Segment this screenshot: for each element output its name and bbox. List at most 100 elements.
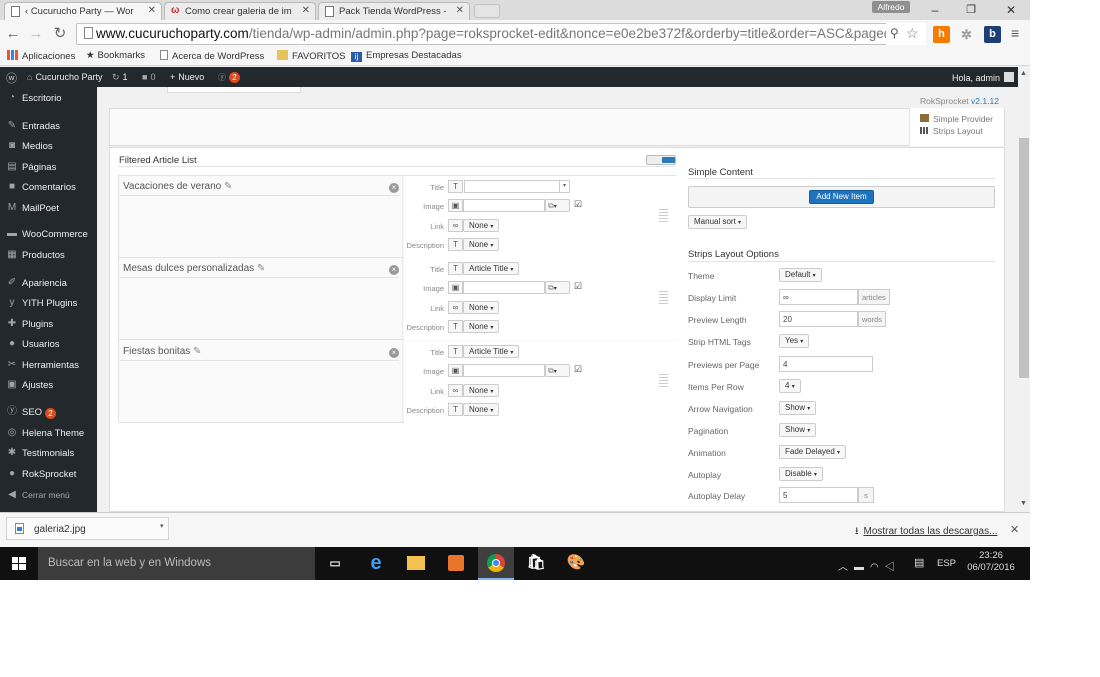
reload-icon[interactable]: ↻: [51, 24, 69, 44]
image-picker-button[interactable]: ⧉▾: [545, 199, 570, 212]
edit-image-icon[interactable]: ☑: [574, 281, 582, 292]
sidebar-item-testimonials[interactable]: ✱ Testimonials: [0, 446, 97, 464]
text-type-icon[interactable]: T: [448, 262, 463, 275]
edit-image-icon[interactable]: ☑: [574, 364, 582, 375]
sidebar-item-p-ginas[interactable]: ▤ Páginas: [0, 160, 97, 178]
sidebar-item-escritorio[interactable]: ◔ Escritorio: [0, 91, 97, 109]
image-picker-button[interactable]: ⧉▾: [545, 364, 570, 377]
menu-icon[interactable]: ≡: [1011, 25, 1019, 41]
minimize-icon[interactable]: –: [918, 0, 952, 20]
add-new-item-button[interactable]: Add New Item: [809, 190, 874, 204]
site-name-link[interactable]: ⌂ Cucurucho Party: [27, 72, 102, 82]
sidebar-item-productos[interactable]: ▦ Productos: [0, 248, 97, 266]
pencil-icon[interactable]: ✎: [193, 346, 201, 357]
updates-link[interactable]: ↻ 1: [112, 72, 128, 83]
link-source-select[interactable]: None ▾: [463, 384, 500, 397]
option-input-previews-per-page[interactable]: 4: [779, 356, 873, 372]
image-type-icon[interactable]: ▣: [448, 281, 463, 294]
close-window-icon[interactable]: ✕: [994, 0, 1028, 20]
link-type-icon[interactable]: ∞: [448, 301, 463, 314]
download-item[interactable]: galeria2.jpg ▾: [6, 517, 169, 540]
option-select-theme[interactable]: Default ▾: [779, 268, 822, 282]
image-url-field[interactable]: [463, 281, 545, 294]
layout-selector[interactable]: Strips Layout: [920, 126, 983, 136]
bookmark-apps[interactable]: Aplicaciones: [7, 50, 75, 62]
sidebar-item-ajustes[interactable]: ▣ Ajustes: [0, 378, 97, 396]
image-url-field[interactable]: [463, 364, 545, 377]
comments-link[interactable]: ■ 0: [142, 72, 155, 82]
seo-menu-link[interactable]: ⓨ 2: [218, 72, 240, 83]
article-name[interactable]: Vacaciones de verano ✎: [123, 181, 232, 192]
title-source-select[interactable]: Article Title ▾: [463, 345, 520, 358]
close-icon[interactable]: ✕: [148, 5, 156, 16]
sidebar-item-helena-theme[interactable]: ◎ Helena Theme: [0, 426, 97, 444]
description-source-select[interactable]: None ▾: [463, 320, 500, 333]
file-explorer-icon[interactable]: [404, 551, 428, 575]
remove-article-icon[interactable]: ×: [389, 183, 399, 193]
forward-icon[interactable]: →: [27, 24, 45, 44]
sidebar-item-entradas[interactable]: ✎ Entradas: [0, 119, 97, 137]
description-source-select[interactable]: None ▾: [463, 238, 500, 251]
pencil-icon[interactable]: ✎: [257, 263, 265, 274]
pencil-icon[interactable]: ✎: [224, 181, 232, 192]
image-picker-button[interactable]: ⧉▾: [545, 281, 570, 294]
title-input-edge[interactable]: [167, 87, 301, 93]
profile-button[interactable]: Alfredo: [872, 1, 910, 13]
sidebar-item-yith-plugins[interactable]: y YITH Plugins: [0, 296, 97, 314]
media-player-icon[interactable]: [444, 551, 468, 575]
bookmark-item[interactable]: Acerca de WordPress: [160, 50, 264, 62]
view-toggle[interactable]: [646, 155, 676, 165]
show-all-downloads-link[interactable]: ⭳ Mostrar todas las descargas...: [855, 524, 997, 541]
link-source-select[interactable]: None ▾: [463, 301, 500, 314]
option-select-animation[interactable]: Fade Delayed ▾: [779, 445, 847, 459]
text-type-icon[interactable]: T: [448, 320, 463, 333]
new-content-link[interactable]: + Nuevo: [170, 72, 204, 82]
bookmark-item[interactable]: ij Empresas Destacadas: [351, 50, 462, 62]
option-input-display-limit[interactable]: ∞: [779, 289, 858, 305]
bookmark-folder[interactable]: FAVORITOS: [277, 50, 346, 62]
taskbar-search[interactable]: Buscar en la web y en Windows: [38, 547, 315, 580]
sidebar-item-medios[interactable]: ◙ Medios: [0, 139, 97, 157]
text-type-icon[interactable]: T: [448, 403, 463, 416]
article-name[interactable]: Mesas dulces personalizadas ✎: [123, 263, 265, 274]
task-view-icon[interactable]: ▭: [323, 551, 347, 575]
sidebar-item-herramientas[interactable]: ✂ Herramientas: [0, 358, 97, 376]
bookmark-item[interactable]: ★ Bookmarks: [86, 50, 145, 61]
sidebar-item-apariencia[interactable]: ✐ Apariencia: [0, 276, 97, 294]
image-type-icon[interactable]: ▣: [448, 364, 463, 377]
title-source-select[interactable]: Article Title ▾: [463, 262, 520, 275]
option-select-items-per-row[interactable]: 4 ▾: [779, 379, 801, 393]
article-name[interactable]: Fiestas bonitas ✎: [123, 346, 201, 357]
search-icon[interactable]: ⚲: [890, 26, 899, 40]
remove-article-icon[interactable]: ×: [389, 348, 399, 358]
scrollbar-thumb[interactable]: [1019, 138, 1029, 378]
close-icon[interactable]: ✕: [302, 5, 310, 16]
option-input-preview-length[interactable]: 20: [779, 311, 858, 327]
sidebar-item-plugins[interactable]: ✚ Plugins: [0, 317, 97, 335]
system-tray-icons[interactable]: ︿▬◠◁: [838, 558, 901, 573]
paint-icon[interactable]: 🎨: [564, 551, 588, 575]
option-select-strip-html-tags[interactable]: Yes ▾: [779, 334, 810, 348]
scroll-up-icon[interactable]: ▲: [1020, 70, 1027, 77]
notifications-icon[interactable]: ▤: [914, 556, 924, 569]
wordpress-logo-icon[interactable]: ⓦ: [6, 70, 17, 86]
chrome-taskbar-button[interactable]: [478, 547, 514, 580]
link-source-select[interactable]: None ▾: [463, 219, 500, 232]
description-source-select[interactable]: None ▾: [463, 403, 500, 416]
browser-tab[interactable]: ω Como crear galeria de im ✕: [164, 2, 316, 20]
image-url-field[interactable]: [463, 199, 545, 212]
restore-icon[interactable]: ❐: [954, 0, 988, 20]
back-icon[interactable]: ←: [4, 24, 22, 44]
edit-image-icon[interactable]: ☑: [574, 199, 582, 210]
option-select-arrow-navigation[interactable]: Show ▾: [779, 401, 817, 415]
option-select-pagination[interactable]: Show ▾: [779, 423, 817, 437]
close-icon[interactable]: ✕: [456, 5, 464, 16]
url-text[interactable]: www.cucuruchoparty.com/tienda/wp-admin/a…: [96, 26, 907, 41]
remove-article-icon[interactable]: ×: [389, 265, 399, 275]
chevron-down-icon[interactable]: ▾: [160, 522, 164, 530]
drag-handle[interactable]: [659, 374, 668, 388]
text-type-icon[interactable]: T: [448, 238, 463, 251]
store-icon[interactable]: 🛍: [524, 551, 548, 575]
drag-handle[interactable]: [659, 291, 668, 305]
drag-handle[interactable]: [659, 209, 668, 223]
